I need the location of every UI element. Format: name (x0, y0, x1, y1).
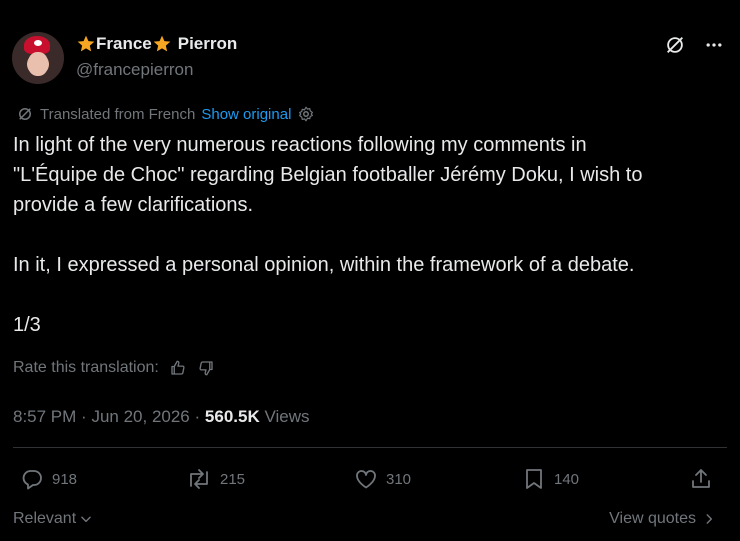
bookmark-count: 140 (554, 470, 580, 488)
show-original-link[interactable]: Show original (201, 106, 291, 123)
tweet-meta: 8:57 PM · Jun 20, 2026 · 560.5K Views (13, 407, 310, 427)
rate-translation: Rate this translation: (13, 359, 215, 377)
display-name-part1: France (96, 34, 152, 53)
thumbs-down-icon[interactable] (197, 359, 215, 377)
more-icon[interactable] (704, 35, 724, 55)
star-icon (153, 35, 171, 52)
bookmark-button[interactable]: 140 (522, 467, 579, 491)
like-count: 310 (386, 470, 412, 488)
thumbs-up-icon[interactable] (169, 359, 187, 377)
star-icon (77, 35, 95, 52)
meta-separator: · (194, 407, 201, 426)
display-name[interactable]: France Pierron (76, 34, 237, 54)
reply-icon (22, 470, 42, 490)
like-button[interactable]: 310 (354, 467, 411, 491)
like-icon (356, 470, 376, 489)
translate-icon (19, 108, 31, 120)
repost-icon (190, 469, 208, 489)
top-actions (664, 34, 724, 56)
tweet-text: In light of the very numerous reactions … (13, 134, 643, 336)
avatar[interactable] (12, 32, 64, 84)
reply-count: 918 (52, 470, 78, 488)
tweet-time[interactable]: 8:57 PM (13, 407, 76, 426)
sort-relevant-dropdown[interactable]: Relevant (13, 510, 93, 528)
views-label: Views (264, 407, 310, 426)
settings-icon[interactable] (297, 105, 315, 123)
chevron-down-icon (81, 516, 91, 523)
bookmark-icon (526, 469, 542, 489)
avatar-face (28, 52, 48, 76)
view-quotes-link[interactable]: View quotes (609, 510, 716, 528)
display-name-part2: Pierron (177, 34, 238, 53)
share-button[interactable] (689, 467, 713, 491)
share-icon (692, 469, 710, 488)
view-quotes-label: View quotes (609, 510, 696, 527)
reply-button[interactable]: 918 (20, 467, 77, 491)
chevron-right-icon (706, 514, 713, 524)
rate-translation-label: Rate this translation: (13, 359, 159, 376)
user-handle[interactable]: @francepierron (76, 60, 193, 80)
translation-bar: Translated from French Show original (16, 105, 315, 123)
grok-icon[interactable] (664, 34, 686, 56)
views-count: 560.5K (204, 407, 260, 426)
divider (13, 447, 727, 448)
sort-label: Relevant (13, 510, 77, 527)
avatar-hat-cockade (34, 40, 42, 46)
repost-button[interactable]: 215 (186, 467, 245, 491)
repost-count: 215 (220, 470, 246, 488)
translated-from-label: Translated from French (40, 105, 196, 123)
tweet-date[interactable]: Jun 20, 2026 (91, 407, 189, 426)
meta-separator: · (81, 407, 87, 426)
